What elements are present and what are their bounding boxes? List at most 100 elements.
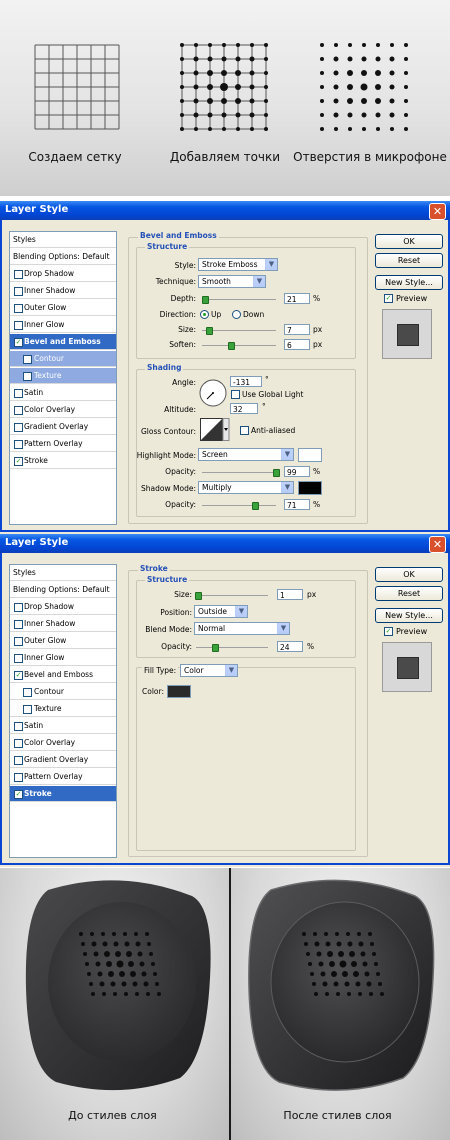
- reset-button[interactable]: Reset: [375, 586, 443, 601]
- sidebar-item-color-overlay[interactable]: Color Overlay: [10, 402, 116, 418]
- highlight-opacity-slider[interactable]: [202, 472, 276, 474]
- new-style-button[interactable]: New Style...: [375, 275, 443, 290]
- shadow-opacity-handle[interactable]: [252, 502, 259, 510]
- checkbox-icon[interactable]: [14, 756, 23, 765]
- style-select[interactable]: Stroke Emboss ▼: [198, 258, 278, 271]
- sidebar-item-texture[interactable]: Texture: [10, 701, 116, 717]
- sidebar-item-stroke[interactable]: ✓ Stroke: [10, 453, 116, 469]
- blend-mode-select[interactable]: Normal ▼: [194, 622, 290, 635]
- checkbox-icon[interactable]: [23, 688, 32, 697]
- sidebar-item-pattern-overlay[interactable]: Pattern Overlay: [10, 769, 116, 785]
- sidebar-item-inner-glow[interactable]: Inner Glow: [10, 317, 116, 333]
- sidebar-item-inner-shadow[interactable]: Inner Shadow: [10, 283, 116, 299]
- checkbox-icon[interactable]: [14, 654, 23, 663]
- stroke-size-slider[interactable]: [196, 595, 268, 597]
- checkbox-icon[interactable]: [14, 270, 23, 279]
- sidebar-item-satin[interactable]: Satin: [10, 718, 116, 734]
- shadow-mode-select[interactable]: Multiply ▼: [198, 481, 294, 494]
- highlight-color-swatch[interactable]: [298, 448, 322, 462]
- ok-button[interactable]: OK: [375, 234, 443, 249]
- sidebar-item-color-overlay[interactable]: Color Overlay: [10, 735, 116, 751]
- highlight-opacity-handle[interactable]: [273, 469, 280, 477]
- checkbox-icon[interactable]: [14, 304, 23, 313]
- soften-input[interactable]: 6: [284, 339, 310, 350]
- shadow-color-swatch[interactable]: [298, 481, 322, 495]
- new-style-button[interactable]: New Style...: [375, 608, 443, 623]
- stroke-size-input[interactable]: 1: [277, 589, 303, 600]
- close-icon[interactable]: ✕: [429, 536, 446, 553]
- preview-checkbox[interactable]: ✓: [384, 294, 393, 303]
- sidebar-styles-header[interactable]: Styles: [10, 565, 116, 581]
- sidebar-blending-options[interactable]: Blending Options: Default: [10, 582, 116, 598]
- size-slider-handle[interactable]: [206, 327, 213, 335]
- technique-select[interactable]: Smooth ▼: [198, 275, 266, 288]
- stroke-size-handle[interactable]: [195, 592, 202, 600]
- sidebar-item-outer-glow[interactable]: Outer Glow: [10, 300, 116, 316]
- sidebar-blending-options[interactable]: Blending Options: Default: [10, 249, 116, 265]
- depth-slider[interactable]: [202, 299, 276, 301]
- checkbox-icon[interactable]: [14, 722, 23, 731]
- highlight-mode-select[interactable]: Screen ▼: [198, 448, 294, 461]
- soften-slider-handle[interactable]: [228, 342, 235, 350]
- checkmark-icon[interactable]: ✓: [14, 338, 23, 347]
- use-global-light-checkbox[interactable]: [231, 390, 240, 399]
- altitude-input[interactable]: 32: [230, 403, 258, 414]
- sidebar-item-pattern-overlay[interactable]: Pattern Overlay: [10, 436, 116, 452]
- reset-button[interactable]: Reset: [375, 253, 443, 268]
- checkmark-icon[interactable]: ✓: [14, 671, 23, 680]
- sidebar-item-satin[interactable]: Satin: [10, 385, 116, 401]
- direction-up-radio[interactable]: [200, 310, 209, 319]
- checkbox-icon[interactable]: [14, 739, 23, 748]
- checkbox-icon[interactable]: [23, 372, 32, 381]
- highlight-opacity-input[interactable]: 99: [284, 466, 310, 477]
- depth-input[interactable]: 21: [284, 293, 310, 304]
- stroke-opacity-slider[interactable]: [196, 647, 268, 649]
- ok-button[interactable]: OK: [375, 567, 443, 582]
- stroke-opacity-input[interactable]: 24: [277, 641, 303, 652]
- checkmark-icon[interactable]: ✓: [14, 790, 23, 799]
- checkbox-icon[interactable]: [14, 637, 23, 646]
- sidebar-item-gradient-overlay[interactable]: Gradient Overlay: [10, 752, 116, 768]
- checkbox-icon[interactable]: [14, 440, 23, 449]
- close-icon[interactable]: ✕: [429, 203, 446, 220]
- size-input[interactable]: 7: [284, 324, 310, 335]
- sidebar-item-inner-glow[interactable]: Inner Glow: [10, 650, 116, 666]
- checkbox-icon[interactable]: [14, 406, 23, 415]
- sidebar-item-outer-glow[interactable]: Outer Glow: [10, 633, 116, 649]
- angle-dial-icon[interactable]: [198, 378, 228, 408]
- sidebar-styles-header[interactable]: Styles: [10, 232, 116, 248]
- position-select[interactable]: Outside ▼: [194, 605, 248, 618]
- stroke-color-swatch[interactable]: [167, 685, 191, 698]
- sidebar-item-stroke[interactable]: ✓ Stroke: [10, 786, 116, 802]
- checkbox-icon[interactable]: [14, 321, 23, 330]
- fill-type-select[interactable]: Color ▼: [180, 664, 238, 677]
- shadow-opacity-slider[interactable]: [202, 505, 276, 507]
- sidebar-item-drop-shadow[interactable]: Drop Shadow: [10, 599, 116, 615]
- sidebar-item-contour[interactable]: Contour: [10, 684, 116, 700]
- sidebar-item-gradient-overlay[interactable]: Gradient Overlay: [10, 419, 116, 435]
- checkbox-icon[interactable]: [14, 389, 23, 398]
- angle-input[interactable]: -131: [230, 376, 262, 387]
- anti-aliased-checkbox[interactable]: [240, 426, 249, 435]
- stroke-opacity-handle[interactable]: [212, 644, 219, 652]
- sidebar-item-bevel-emboss[interactable]: ✓ Bevel and Emboss: [10, 667, 116, 683]
- sidebar-item-contour[interactable]: Contour: [10, 351, 116, 367]
- sidebar-item-texture[interactable]: Texture: [10, 368, 116, 384]
- checkbox-icon[interactable]: [14, 620, 23, 629]
- direction-down-radio[interactable]: [232, 310, 241, 319]
- size-slider[interactable]: [202, 330, 276, 332]
- checkbox-icon[interactable]: [14, 287, 23, 296]
- checkbox-icon[interactable]: [14, 423, 23, 432]
- gloss-contour-picker-icon[interactable]: [200, 418, 230, 442]
- checkmark-icon[interactable]: ✓: [14, 457, 23, 466]
- depth-slider-handle[interactable]: [202, 296, 209, 304]
- checkbox-icon[interactable]: [23, 355, 32, 364]
- checkbox-icon[interactable]: [14, 603, 23, 612]
- shadow-opacity-input[interactable]: 71: [284, 499, 310, 510]
- checkbox-icon[interactable]: [14, 773, 23, 782]
- sidebar-item-inner-shadow[interactable]: Inner Shadow: [10, 616, 116, 632]
- sidebar-item-drop-shadow[interactable]: Drop Shadow: [10, 266, 116, 282]
- sidebar-item-bevel-emboss[interactable]: ✓ Bevel and Emboss: [10, 334, 116, 350]
- soften-slider[interactable]: [202, 345, 276, 347]
- preview-checkbox[interactable]: ✓: [384, 627, 393, 636]
